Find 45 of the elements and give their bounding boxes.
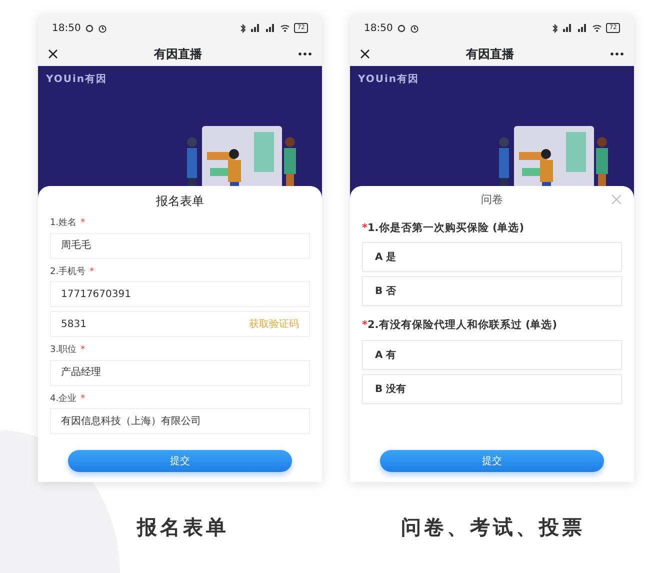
alarm-clock-icon	[98, 24, 107, 32]
field-label: 4.企业	[50, 392, 77, 406]
answer-option[interactable]: A 是	[362, 242, 622, 272]
caption-text: 报名表单	[136, 514, 230, 541]
signal-icon	[577, 24, 588, 32]
answer-option[interactable]: B 否	[362, 276, 622, 306]
status-time: 18:50	[364, 22, 393, 36]
status-time: 18:50	[52, 22, 81, 36]
question-text: 2.有没有保险代理人和你联系过 (单选)	[368, 318, 558, 334]
sheet-title: 问卷	[481, 192, 503, 208]
answer-option[interactable]: B 没有	[362, 374, 622, 404]
input-field[interactable]: 17717670391	[50, 281, 310, 307]
bluetooth-icon	[552, 24, 558, 32]
close-icon[interactable]	[360, 49, 370, 59]
bluetooth-icon	[240, 24, 246, 32]
more-icon[interactable]	[610, 52, 624, 56]
input-field[interactable]: 周毛毛	[50, 232, 310, 258]
required-mark: *	[362, 220, 368, 236]
wifi-icon	[592, 24, 602, 32]
page-title: 有因直播	[154, 46, 202, 63]
input-field[interactable]: 产品经理	[50, 360, 310, 386]
page-title: 有因直播	[466, 46, 514, 63]
answer-option[interactable]: A 有	[362, 340, 622, 370]
required-mark: *	[362, 318, 368, 334]
required-mark: *	[90, 266, 94, 278]
logo-text: YOUin有因	[358, 72, 420, 87]
code-input-value: 5831	[61, 318, 86, 332]
field-label: 2.手机号	[50, 266, 86, 278]
question-text: 1.你是否第一次购买保险 (单选)	[368, 220, 524, 236]
caption-text: 问卷、考试、投票	[400, 514, 586, 541]
field-label: 1.姓名	[50, 217, 77, 230]
input-field[interactable]: 有因信息科技（上海）有限公司	[50, 408, 310, 434]
more-icon[interactable]	[298, 52, 312, 56]
field-label: 3.职位	[50, 344, 77, 357]
required-mark: *	[80, 344, 86, 357]
required-mark: *	[80, 392, 86, 406]
required-mark: *	[80, 217, 86, 230]
signal-icon	[250, 24, 262, 32]
wifi-icon	[280, 24, 290, 32]
logo-text: YOUin有因	[46, 72, 108, 87]
alarm-clock-icon	[410, 24, 419, 32]
signal-icon	[562, 24, 574, 32]
signal-icon	[265, 24, 276, 32]
sheet-title: 报名表单	[155, 193, 205, 210]
close-icon[interactable]	[48, 49, 58, 59]
